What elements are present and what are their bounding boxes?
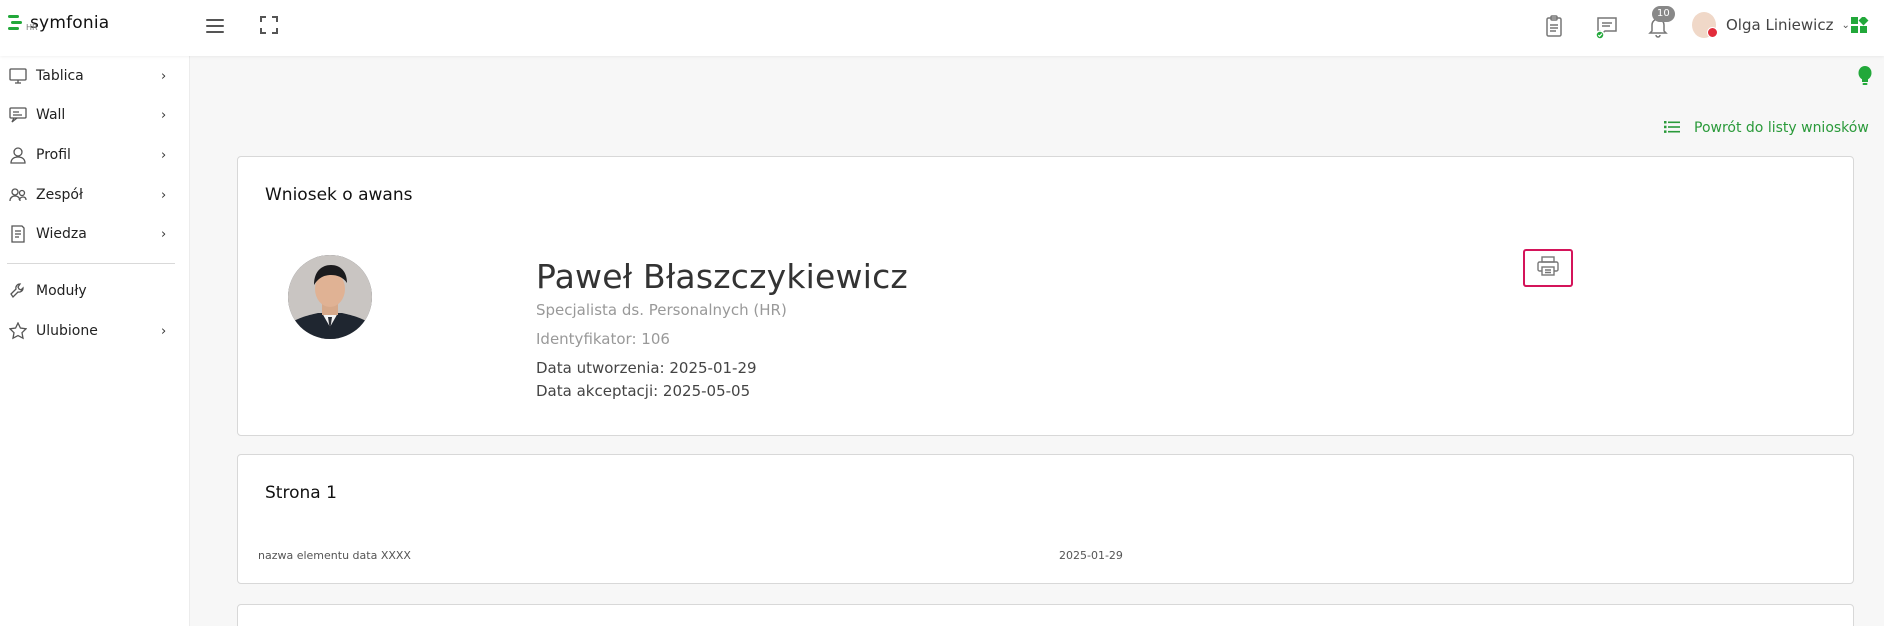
element-label: nazwa elementu data XXXX [258, 549, 411, 562]
page-1-title: Strona 1 [265, 483, 337, 503]
brand-logo[interactable]: symfonia [8, 13, 109, 35]
sidebar-item-zespol[interactable]: Zespół › [0, 180, 190, 210]
sidebar-item-label: Tablica [36, 68, 84, 84]
sidebar-item-ulubione[interactable]: Ulubione › [0, 316, 190, 346]
person-role: Specjalista ds. Personalnych (HR) [536, 301, 787, 319]
chevron-right-icon: › [161, 323, 167, 339]
book-icon [9, 225, 27, 243]
chevron-right-icon: › [161, 226, 167, 242]
created-date: Data utworzenia: 2025-01-29 [536, 359, 757, 377]
menu-toggle-icon[interactable] [206, 17, 226, 35]
sidebar-item-wiedza[interactable]: Wiedza › [0, 219, 190, 249]
sidebar-item-moduly[interactable]: Moduły [0, 276, 190, 306]
sidebar-item-label: Ulubione [36, 323, 98, 339]
list-icon [1664, 118, 1680, 137]
sidebar-divider [7, 263, 175, 264]
profile-photo [288, 255, 372, 339]
chevron-right-icon: › [161, 147, 167, 163]
brand-name: symfonia [30, 13, 110, 33]
sidebar-item-label: Zespół [36, 187, 83, 203]
sidebar: Tablica › Wall › Profil › Zespół › Wiedz… [0, 56, 190, 626]
sidebar-item-profil[interactable]: Profil › [0, 140, 190, 170]
sidebar-item-label: Wall [36, 107, 66, 123]
chevron-right-icon: › [161, 68, 167, 84]
request-card: Wniosek o awans Paweł Błaszczykiewicz Sp… [237, 156, 1854, 436]
fullscreen-icon[interactable] [260, 16, 278, 34]
next-card [237, 604, 1854, 626]
sidebar-item-wall[interactable]: Wall › [0, 100, 190, 130]
accepted-date: Data akceptacji: 2025-05-05 [536, 382, 751, 400]
chat-icon[interactable] [1594, 14, 1618, 40]
person-name: Paweł Błaszczykiewicz [536, 257, 908, 296]
back-link-label: Powrót do listy wniosków [1694, 119, 1869, 136]
avatar [1692, 12, 1718, 38]
page-1-card: Strona 1 nazwa elementu data XXXX 2025-0… [237, 454, 1854, 584]
chevron-right-icon: › [161, 107, 167, 123]
user-menu[interactable]: Olga Liniewicz ⌄ [1692, 12, 1850, 38]
element-value: 2025-01-29 [1059, 549, 1123, 562]
top-bar: symfonia HR 10 Olga Liniewicz ⌄ [0, 0, 1884, 56]
person-identifier: Identyfikator: 106 [536, 330, 670, 348]
sidebar-item-tablica[interactable]: Tablica › [0, 61, 190, 91]
chevron-down-icon: ⌄ [1841, 19, 1850, 31]
star-icon [8, 321, 28, 340]
print-button[interactable] [1523, 249, 1573, 287]
wall-icon [9, 106, 27, 124]
monitor-icon [9, 67, 27, 85]
request-title: Wniosek o awans [265, 185, 413, 205]
chevron-right-icon: › [161, 187, 167, 203]
sidebar-item-label: Moduły [36, 283, 87, 299]
sidebar-item-label: Profil [36, 147, 71, 163]
apps-grid-icon[interactable] [1851, 15, 1869, 35]
sidebar-item-label: Wiedza [36, 226, 87, 242]
printer-icon [1537, 256, 1559, 280]
back-to-requests-link[interactable]: Powrót do listy wniosków [1664, 118, 1869, 137]
lightbulb-icon[interactable] [1858, 66, 1872, 88]
symfonia-logo-icon [8, 15, 24, 35]
clipboard-icon[interactable] [1542, 14, 1566, 38]
brand-sub: HR [26, 23, 38, 32]
user-icon [9, 146, 27, 164]
notifications-badge: 10 [1652, 6, 1675, 22]
team-icon [9, 186, 27, 204]
user-name: Olga Liniewicz [1726, 16, 1834, 34]
wrench-icon [9, 282, 27, 300]
